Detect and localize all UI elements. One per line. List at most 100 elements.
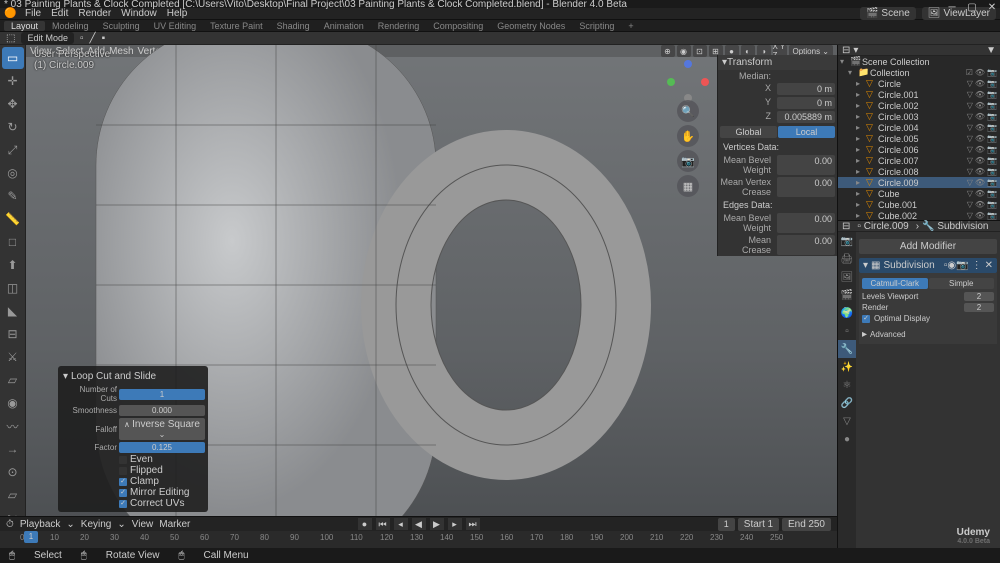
tab-animation[interactable]: Animation [317,21,371,31]
vp-menu-uv[interactable]: UV [224,46,238,57]
optimal-display-checkbox[interactable]: ✓ [862,315,870,323]
op-falloff[interactable]: ∧ Inverse Square ⌄ [119,418,205,440]
timeline-editor-icon[interactable]: ⏱ [6,519,14,530]
orientation-selector[interactable]: 🌐 Global [261,46,305,57]
catmull-button[interactable]: Catmull-Clark [862,278,928,289]
tool-add-cube[interactable]: □ [2,231,24,253]
chevron-down-icon[interactable]: ▾ [63,371,68,382]
outliner-editor-icon[interactable]: ⊟ [842,45,850,56]
outliner-item[interactable]: ▸▽Circle▽👁📷 [838,78,1000,89]
tl-menu-view[interactable]: View [132,519,154,530]
tool-transform[interactable]: ◎ [2,162,24,184]
xray-toggle-icon[interactable]: ⊡ [693,45,707,57]
menu-render[interactable]: Render [78,8,111,19]
jump-start-icon[interactable]: ⏮ [376,518,390,530]
outliner[interactable]: ▾🎬Scene Collection▾📁Collection☑👁📷▸▽Circl… [838,56,1000,221]
outliner-filter-icon[interactable]: ▾ [853,45,858,56]
op-uvs-checkbox[interactable]: ✓ [119,500,127,508]
tool-move[interactable]: ✥ [2,93,24,115]
op-clamp-checkbox[interactable]: ✓ [119,478,127,486]
tool-spin[interactable]: ◉ [2,392,24,414]
op-mirror-checkbox[interactable]: ✓ [119,489,127,497]
navigation-gizmo[interactable] [667,60,707,100]
next-key-icon[interactable]: ▸ [448,518,462,530]
simple-button[interactable]: Simple [929,278,995,289]
close-icon[interactable]: ✕ [986,2,998,14]
tab-compositing[interactable]: Compositing [426,21,490,31]
prev-key-icon[interactable]: ◂ [394,518,408,530]
op-flipped-checkbox[interactable] [119,467,127,475]
axis-y-icon[interactable] [667,78,675,86]
ptab-material[interactable]: ● [838,430,856,448]
edge-bevel-value[interactable]: 0.00 [777,213,835,233]
gizmo-toggle-icon[interactable]: ⊕ [661,45,675,57]
median-x[interactable]: 0 m [777,83,835,95]
tool-edge-slide[interactable]: → [2,438,24,460]
autokey-icon[interactable]: ● [358,518,372,530]
tool-cursor[interactable]: ✛ [2,70,24,92]
overlay-toggle-icon[interactable]: ◉ [677,45,691,57]
outliner-item[interactable]: ▸▽Circle.004▽👁📷 [838,122,1000,133]
vp-menu-face[interactable]: Face [197,46,219,57]
timeline-cursor[interactable]: 1 [24,531,38,543]
menu-file[interactable]: File [25,8,41,19]
ptab-scene[interactable]: 🎬 [838,286,856,304]
tool-shear[interactable]: ▱ [2,484,24,506]
outliner-item[interactable]: ▸▽Circle.006▽👁📷 [838,144,1000,155]
space-global-button[interactable]: Global [720,126,777,138]
play-icon[interactable]: ▶ [430,518,444,530]
tl-menu-playback[interactable]: Playback [20,519,61,530]
outliner-item[interactable]: ▸▽Cube▽👁📷 [838,188,1000,199]
op-factor[interactable]: 0.125 [119,442,205,453]
jump-end-icon[interactable]: ⏭ [466,518,480,530]
outliner-item[interactable]: ▸▽Circle.003▽👁📷 [838,111,1000,122]
nav-pan-icon[interactable]: ✋ [677,125,699,147]
modifier-header[interactable]: ▾ ▦ Subdivision ▫◉📷 ⋮ ✕ [859,258,997,273]
maximize-icon[interactable]: ▢ [966,2,978,14]
tool-rotate[interactable]: ↻ [2,116,24,138]
modifier-name[interactable]: Subdivision [883,260,934,271]
tab-scripting[interactable]: Scripting [572,21,621,31]
tool-extrude[interactable]: ⬆ [2,254,24,276]
mean-crease-value[interactable]: 0.00 [777,235,835,255]
menu-help[interactable]: Help [167,8,188,19]
tab-shading[interactable]: Shading [270,21,317,31]
ptab-particles[interactable]: ✨ [838,358,856,376]
axis-z-icon[interactable] [684,60,692,68]
median-z[interactable]: 0.005889 m [777,111,835,123]
nav-persp-icon[interactable]: ▦ [677,175,699,197]
outliner-item[interactable]: ▸▽Circle.005▽👁📷 [838,133,1000,144]
mode-selector[interactable]: Edit Mode [21,32,74,44]
minimize-icon[interactable]: ─ [946,2,958,14]
tool-shrink[interactable]: ⊙ [2,461,24,483]
vp-menu-edge[interactable]: Edge [170,46,193,57]
outliner-collection[interactable]: ▾📁Collection☑👁📷 [838,67,1000,78]
ptab-data[interactable]: ▽ [838,412,856,430]
props-editor-icon[interactable]: ⊟ [842,221,850,232]
play-reverse-icon[interactable]: ◀ [412,518,426,530]
tool-knife[interactable]: ⚔ [2,346,24,368]
tab-geometry-nodes[interactable]: Geometry Nodes [490,21,572,31]
mod-menu-icon[interactable]: ⋮ [972,260,982,271]
op-cuts[interactable]: 1 [119,389,205,400]
select-mode-vertex-icon[interactable]: ▫ [80,33,84,44]
tab-add[interactable]: + [621,21,640,31]
ptab-modifier[interactable]: 🔧 [838,340,856,358]
outliner-item[interactable]: ▸▽Circle.007▽👁📷 [838,155,1000,166]
median-y[interactable]: 0 m [777,97,835,109]
tab-modeling[interactable]: Modeling [45,21,96,31]
axis-x-icon[interactable] [701,78,709,86]
tab-rendering[interactable]: Rendering [371,21,427,31]
levels-render[interactable]: 2 [964,303,994,312]
filter-icon[interactable]: ▼ [986,45,996,56]
nav-zoom-icon[interactable]: 🔍 [677,100,699,122]
op-smoothness[interactable]: 0.000 [119,405,205,416]
frame-end[interactable]: End 250 [782,518,831,531]
timeline-ruler[interactable]: 0102030405060708090100110120130140150160… [0,531,837,549]
ptab-output[interactable]: 🖨 [838,250,856,268]
tool-select[interactable]: ▭ [2,47,24,69]
chevron-right-icon[interactable]: ▸ [862,329,867,340]
outliner-item[interactable]: ▸▽Circle.008▽👁📷 [838,166,1000,177]
frame-start[interactable]: Start 1 [738,518,779,531]
current-frame[interactable]: 1 [718,518,735,531]
